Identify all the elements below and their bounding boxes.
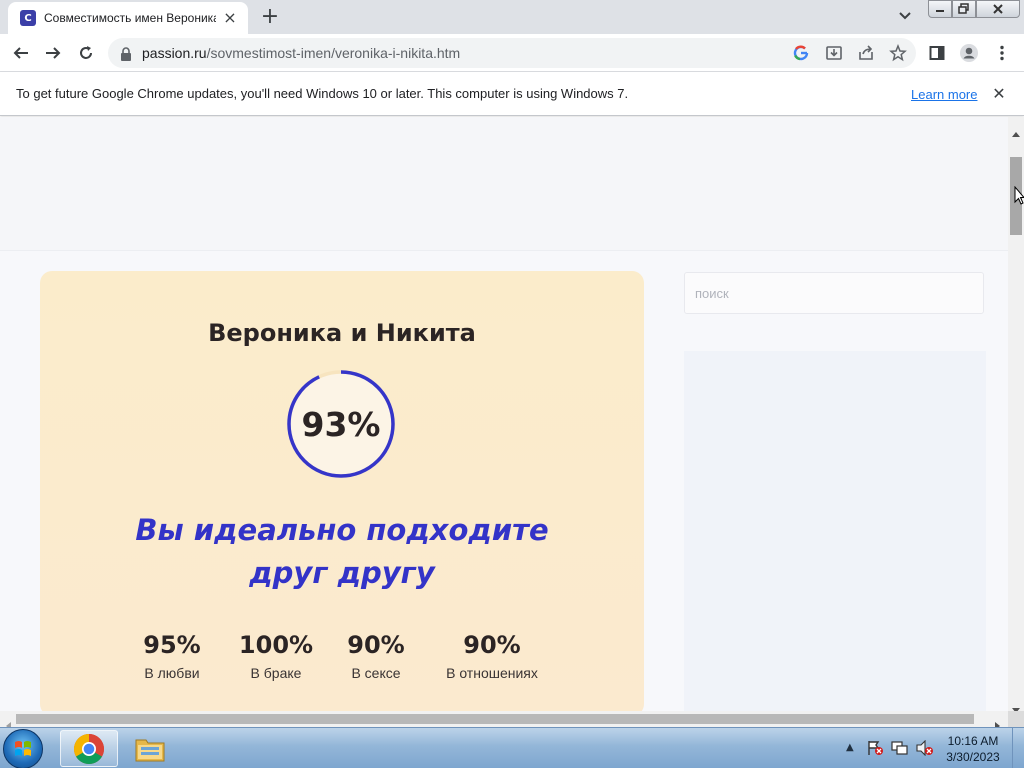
- network-icon[interactable]: [891, 740, 909, 756]
- profile-avatar-icon[interactable]: [958, 42, 980, 64]
- google-g-icon[interactable]: [793, 45, 809, 65]
- window-restore-button[interactable]: [952, 0, 976, 18]
- back-arrow-icon[interactable]: [10, 42, 32, 64]
- taskbar-explorer-button[interactable]: [121, 730, 179, 767]
- tab-close-icon[interactable]: ×: [222, 10, 238, 26]
- reload-icon[interactable]: [75, 42, 97, 64]
- url-text[interactable]: passion.ru/sovmestimost-imen/veronika-i-…: [142, 45, 460, 61]
- browser-tab[interactable]: С Совместимость имен Вероника ×: [8, 2, 248, 34]
- mouse-cursor-icon: [1014, 185, 1024, 210]
- forward-arrow-icon[interactable]: [42, 42, 64, 64]
- stat-value: 90%: [463, 631, 521, 659]
- scrollbar-corner: [1008, 711, 1024, 727]
- stat-label: В браке: [250, 665, 302, 681]
- window-minimize-button[interactable]: [928, 0, 952, 18]
- stat-value: 95%: [143, 631, 201, 659]
- show-hidden-icons-arrow-icon[interactable]: ▲: [846, 742, 854, 753]
- horizontal-scrollbar[interactable]: [0, 711, 1008, 730]
- stat-value: 90%: [347, 631, 405, 659]
- page-viewport: Вероника и Никита 93% Вы идеально подход…: [0, 117, 1008, 711]
- horizontal-scroll-thumb[interactable]: [16, 714, 974, 724]
- verdict-text: Вы идеально подходите друг другу: [135, 513, 549, 590]
- tab-search-chevron-icon[interactable]: [896, 6, 914, 26]
- tab-strip: С Совместимость имен Вероника × +: [0, 0, 1024, 34]
- search-placeholder: поиск: [695, 286, 729, 301]
- browser-toolbar: passion.ru/sovmestimost-imen/veronika-i-…: [0, 34, 1024, 72]
- install-download-icon[interactable]: [825, 44, 843, 66]
- share-icon[interactable]: [857, 44, 875, 66]
- windows-taskbar: ▲ 10:16 AM 3/30/2023: [0, 727, 1024, 768]
- search-input[interactable]: поиск: [684, 272, 984, 314]
- compatibility-card: Вероника и Никита 93% Вы идеально подход…: [40, 271, 644, 711]
- learn-more-link[interactable]: Learn more: [911, 87, 977, 102]
- compatibility-ring: 93%: [285, 368, 397, 480]
- clock-date: 3/30/2023: [946, 750, 1000, 764]
- volume-muted-icon[interactable]: [916, 739, 934, 757]
- infobar-message: To get future Google Chrome updates, you…: [16, 86, 629, 101]
- update-infobar: To get future Google Chrome updates, you…: [0, 72, 1024, 116]
- action-center-flag-icon[interactable]: [866, 740, 884, 756]
- stat-sex: 90% В сексе: [336, 631, 416, 681]
- page-content: Вероника и Никита 93% Вы идеально подход…: [0, 251, 1008, 711]
- overall-percent: 93%: [301, 404, 381, 444]
- stat-love: 95% В любви: [130, 631, 214, 681]
- tab-title: Совместимость имен Вероника: [44, 11, 216, 25]
- stat-marriage: 100% В браке: [234, 631, 318, 681]
- address-bar[interactable]: passion.ru/sovmestimost-imen/veronika-i-…: [108, 38, 916, 68]
- sidebar-ad-placeholder: [684, 351, 986, 711]
- side-panel-icon[interactable]: [926, 42, 948, 64]
- infobar-close-icon[interactable]: ✕: [990, 85, 1008, 103]
- chrome-menu-icon[interactable]: [991, 42, 1013, 64]
- folder-icon: [135, 739, 165, 761]
- new-tab-button[interactable]: +: [258, 5, 282, 29]
- stat-value: 100%: [238, 631, 314, 659]
- stat-label: В отношениях: [446, 665, 538, 681]
- names-title: Вероника и Никита: [208, 319, 476, 347]
- scroll-up-arrow-icon[interactable]: [1012, 122, 1020, 141]
- ad-placeholder: [0, 117, 1008, 251]
- lock-icon[interactable]: [120, 46, 132, 65]
- taskbar-chrome-button[interactable]: [60, 730, 118, 767]
- window-close-button[interactable]: [976, 0, 1020, 18]
- system-clock[interactable]: 10:16 AM 3/30/2023: [940, 733, 1006, 765]
- chrome-icon: [73, 733, 105, 764]
- stat-relationship: 90% В отношениях: [436, 631, 548, 681]
- show-desktop-button[interactable]: [1012, 728, 1024, 768]
- stat-label: В сексе: [351, 665, 401, 681]
- start-button-windows-icon[interactable]: [3, 729, 43, 768]
- site-favicon-icon: С: [20, 10, 36, 26]
- stat-label: В любви: [144, 665, 200, 681]
- bookmark-star-icon[interactable]: [889, 43, 907, 66]
- clock-time: 10:16 AM: [947, 734, 999, 748]
